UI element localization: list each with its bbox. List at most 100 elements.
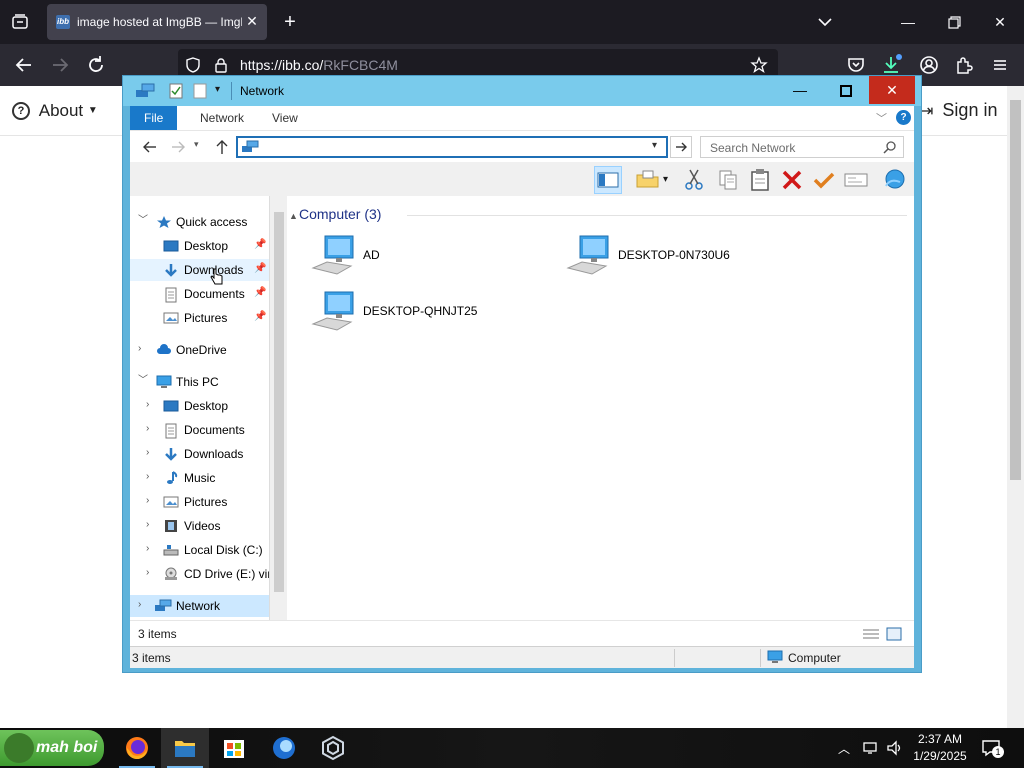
forward-arrow-icon[interactable] bbox=[170, 139, 186, 158]
customize-dropdown-icon[interactable]: ▾ bbox=[215, 84, 220, 95]
volume-icon[interactable] bbox=[886, 739, 904, 760]
chevron-right-icon[interactable]: › bbox=[146, 568, 156, 578]
tracking-shield-icon[interactable] bbox=[184, 56, 202, 77]
recent-locations-chevron-icon[interactable]: ▾ bbox=[194, 139, 199, 150]
new-folder-icon[interactable] bbox=[193, 83, 207, 102]
clock[interactable]: 2:37 AM 1/29/2025 bbox=[910, 731, 970, 765]
nav-pc-desktop[interactable]: › Desktop bbox=[130, 395, 269, 417]
nav-pc-documents[interactable]: › Documents bbox=[130, 419, 269, 441]
chevron-right-icon[interactable]: › bbox=[146, 448, 156, 458]
start-button[interactable]: mah boi bbox=[0, 730, 104, 766]
nav-qa-downloads[interactable]: Downloads 📌 bbox=[130, 259, 269, 281]
folder-options-icon[interactable] bbox=[634, 166, 662, 194]
hex-app-taskbar-icon[interactable] bbox=[309, 728, 357, 768]
lock-icon[interactable] bbox=[212, 56, 230, 77]
browser-minimize-icon[interactable]: — bbox=[896, 10, 920, 34]
nav-pc-cd-drive[interactable]: › CD Drive (E:) virt bbox=[130, 563, 269, 585]
explorer-title-bar[interactable]: ▾ Network — ✕ bbox=[123, 76, 921, 106]
blue-app-taskbar-icon[interactable] bbox=[260, 728, 308, 768]
chevron-right-icon[interactable]: › bbox=[146, 496, 156, 506]
sign-in-link[interactable]: ⇥ Sign in bbox=[920, 100, 997, 121]
new-tab-icon[interactable]: + bbox=[278, 10, 302, 34]
chevron-right-icon[interactable]: › bbox=[146, 520, 156, 530]
nav-pane-scrollbar-thumb[interactable] bbox=[274, 212, 284, 592]
action-center-icon[interactable]: 1 bbox=[980, 738, 1004, 758]
address-dropdown-icon[interactable]: ▾ bbox=[652, 140, 657, 151]
cut-scissors-icon[interactable] bbox=[680, 166, 708, 194]
help-icon[interactable]: ? bbox=[896, 110, 911, 125]
nav-pc-local-disk[interactable]: › Local Disk (C:) bbox=[130, 539, 269, 561]
computer-item[interactable]: DESKTOP-QHNJT25 bbox=[311, 290, 531, 338]
page-scrollbar-thumb[interactable] bbox=[1010, 100, 1021, 480]
ribbon-tab-file[interactable]: File bbox=[130, 106, 178, 130]
chevron-right-icon[interactable]: › bbox=[146, 400, 156, 410]
nav-network[interactable]: › Network bbox=[130, 595, 269, 617]
ribbon-expand-chevron-icon[interactable]: ﹀ bbox=[876, 110, 887, 126]
nav-pc-music[interactable]: › Music bbox=[130, 467, 269, 489]
back-arrow-icon[interactable] bbox=[12, 53, 36, 77]
minimize-icon[interactable]: — bbox=[777, 76, 823, 104]
extensions-icon[interactable] bbox=[952, 53, 976, 77]
paste-icon[interactable] bbox=[746, 166, 774, 194]
chevron-right-icon[interactable]: › bbox=[146, 424, 156, 434]
ribbon-tab-network[interactable]: Network bbox=[186, 106, 258, 130]
about-menu[interactable]: ? About ▼ bbox=[12, 100, 98, 121]
group-header[interactable]: Computer (3) bbox=[299, 206, 381, 222]
bookmark-star-icon[interactable] bbox=[750, 56, 768, 77]
folder-options-dropdown-icon[interactable]: ▾ bbox=[663, 174, 668, 185]
nav-qa-desktop[interactable]: Desktop 📌 bbox=[130, 235, 269, 257]
nav-pane-scrollbar[interactable] bbox=[270, 196, 287, 620]
nav-qa-pictures[interactable]: Pictures 📌 bbox=[130, 307, 269, 329]
account-icon[interactable] bbox=[917, 53, 941, 77]
properties-check-icon[interactable] bbox=[169, 83, 183, 102]
nav-qa-documents[interactable]: Documents 📌 bbox=[130, 283, 269, 305]
firefox-taskbar-icon[interactable] bbox=[113, 728, 161, 768]
chevron-right-icon[interactable]: › bbox=[138, 344, 148, 354]
ribbon-tab-view[interactable]: View bbox=[258, 106, 312, 130]
file-explorer-taskbar-icon[interactable] bbox=[161, 728, 209, 768]
tab-close-icon[interactable]: ✕ bbox=[243, 12, 261, 30]
pocket-icon[interactable] bbox=[844, 53, 868, 77]
reload-icon[interactable] bbox=[84, 53, 108, 77]
browser-tab-active[interactable]: ibb image hosted at ImgBB — ImgBB ✕ bbox=[47, 4, 267, 40]
forward-arrow-icon[interactable] bbox=[48, 53, 72, 77]
nav-onedrive[interactable]: › OneDrive bbox=[130, 339, 269, 361]
details-view-icon[interactable] bbox=[862, 627, 880, 644]
chevron-right-icon[interactable]: › bbox=[146, 544, 156, 554]
nav-quick-access[interactable]: ﹀ Quick access bbox=[130, 211, 269, 233]
rename-check-icon[interactable] bbox=[810, 166, 838, 194]
store-taskbar-icon[interactable] bbox=[210, 728, 258, 768]
browser-restore-icon[interactable] bbox=[942, 10, 966, 34]
downloads-icon[interactable] bbox=[879, 53, 903, 77]
computer-item[interactable]: AD bbox=[311, 234, 511, 282]
nav-pc-pictures[interactable]: › Pictures bbox=[130, 491, 269, 513]
nav-pc-videos[interactable]: › Videos bbox=[130, 515, 269, 537]
nav-pc-downloads[interactable]: › Downloads bbox=[130, 443, 269, 465]
up-arrow-icon[interactable] bbox=[214, 139, 230, 158]
chevron-down-icon[interactable]: ﹀ bbox=[138, 376, 148, 386]
chevron-down-icon[interactable]: ﹀ bbox=[138, 216, 148, 226]
close-icon[interactable]: ✕ bbox=[869, 76, 915, 104]
maximize-icon[interactable] bbox=[823, 76, 869, 104]
page-scrollbar[interactable] bbox=[1007, 86, 1024, 728]
tray-expand-chevron-icon[interactable]: ︿ bbox=[838, 740, 850, 757]
browser-close-icon[interactable]: ✕ bbox=[988, 10, 1012, 34]
network-tray-icon[interactable] bbox=[862, 739, 880, 760]
computer-item[interactable]: DESKTOP-0N730U6 bbox=[566, 234, 786, 282]
large-icons-view-icon[interactable] bbox=[886, 627, 902, 644]
tab-list-icon[interactable] bbox=[8, 10, 32, 34]
address-input[interactable]: ▾ bbox=[236, 136, 668, 158]
copy-icon[interactable] bbox=[714, 166, 742, 194]
chevron-right-icon[interactable]: › bbox=[146, 472, 156, 482]
preview-pane-icon[interactable] bbox=[594, 166, 622, 194]
hamburger-menu-icon[interactable] bbox=[988, 53, 1012, 77]
properties-icon[interactable] bbox=[842, 166, 870, 194]
group-collapse-icon[interactable]: ▲ bbox=[289, 211, 298, 221]
go-arrow-icon[interactable] bbox=[670, 136, 692, 158]
network-globe-icon[interactable] bbox=[880, 166, 908, 194]
chevron-right-icon[interactable]: › bbox=[138, 600, 148, 610]
chevron-down-icon[interactable] bbox=[814, 12, 836, 32]
back-arrow-icon[interactable] bbox=[142, 139, 158, 158]
search-input[interactable]: Search Network bbox=[700, 136, 904, 158]
nav-this-pc[interactable]: ﹀ This PC bbox=[130, 371, 269, 393]
